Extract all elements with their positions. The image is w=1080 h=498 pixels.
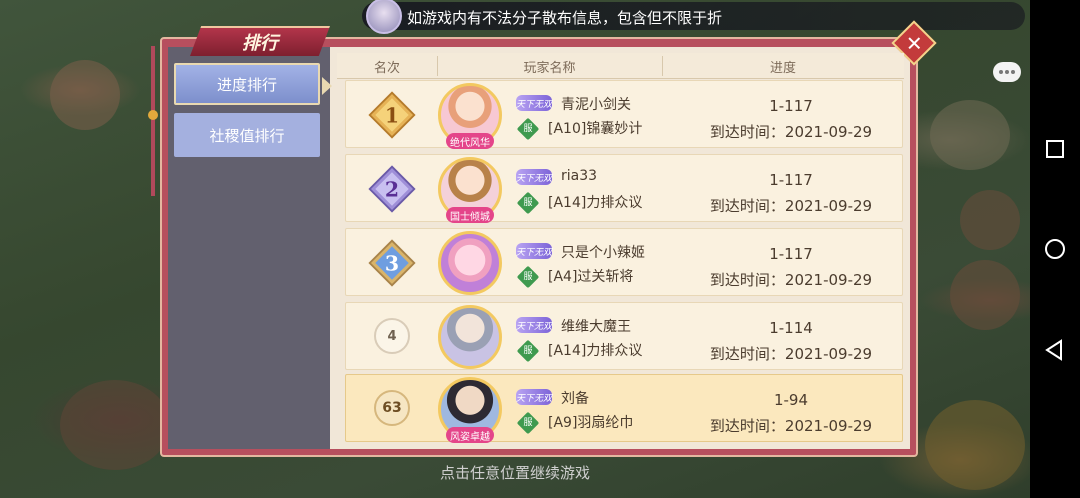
table-row[interactable]: 4 天下无双 维维大魔王 服 [A14]力排众议 1-114 到达时间：2021…	[345, 302, 903, 370]
announcer-avatar	[366, 0, 402, 34]
panel-title: 排行	[190, 26, 330, 56]
avatar-title-badge: 国士倾城	[446, 207, 494, 223]
continue-hint[interactable]: 点击任意位置继续游戏	[0, 462, 1080, 483]
back-icon[interactable]	[1043, 338, 1067, 362]
map-building	[50, 60, 120, 130]
svg-text:3: 3	[385, 251, 399, 275]
map-building	[950, 260, 1020, 330]
player-name: 青泥小剑关	[561, 97, 631, 113]
android-navbar	[1030, 0, 1080, 498]
table-row-self[interactable]: 63 风姿卓越 天下无双 刘备 服 [A9]羽扇纶巾 1-94 到达时间：202…	[345, 374, 903, 443]
home-icon[interactable]	[1043, 237, 1067, 261]
tab-progress-ranking[interactable]: 进度排行	[174, 63, 332, 105]
progress-stage: 1-117	[769, 245, 813, 263]
tianxia-wushuang-icon: 天下无双	[516, 243, 552, 259]
svg-text:1: 1	[385, 103, 399, 127]
progress-stage: 1-94	[773, 391, 809, 409]
player-name: 刘备	[561, 391, 589, 407]
avatar-title-badge: 风姿卓越	[446, 427, 494, 443]
player-server: [A4]过关斩将	[548, 269, 634, 285]
server-icon: 服	[516, 117, 540, 141]
map-building	[960, 190, 1020, 250]
player-name: 只是个小辣姬	[561, 245, 645, 261]
player-avatar[interactable]	[438, 305, 502, 369]
table-row[interactable]: 3 天下无双 只是个小辣姬 服 [A4]过关斩将 1-117 到达时间：2021…	[345, 228, 903, 296]
header-rank: 名次	[373, 61, 400, 76]
tab-sheji-ranking[interactable]: 社稷值排行	[174, 113, 320, 157]
progress-stage: 1-117	[769, 171, 813, 189]
map-building	[60, 380, 170, 470]
player-server: [A9]羽扇纶巾	[548, 415, 634, 431]
player-avatar[interactable]	[438, 231, 502, 295]
tab-label: 社稷值排行	[209, 126, 285, 145]
ranking-sidebar	[168, 47, 330, 449]
server-icon: 服	[516, 339, 540, 363]
chat-icon[interactable]	[993, 62, 1021, 82]
rank-1-badge: 1	[366, 89, 418, 141]
rank-3-badge: 3	[366, 237, 418, 289]
player-server: [A14]力排众议	[548, 343, 643, 359]
progress-stage: 1-114	[769, 319, 813, 337]
player-name: ria33	[561, 168, 598, 184]
player-server: [A14]力排众议	[548, 195, 643, 211]
close-icon: ✕	[905, 30, 923, 55]
panel-title-text: 排行	[242, 33, 278, 54]
reach-time: 到达时间：2021-09-29	[709, 345, 873, 363]
recent-apps-icon[interactable]	[1043, 137, 1067, 161]
reach-time: 到达时间：2021-09-29	[709, 271, 873, 289]
header-progress: 进度	[769, 61, 796, 76]
server-icon: 服	[516, 411, 540, 435]
tassel-decoration	[148, 46, 158, 196]
table-row[interactable]: 1 绝代风华 天下无双 青泥小剑关 服 [A10]锦囊妙计 1-117 到达时间…	[345, 80, 903, 149]
reach-time: 到达时间：2021-09-29	[709, 197, 873, 215]
table-row[interactable]: 2 国士倾城 天下无双 ria33 服 [A14]力排众议 1-117 到达时间…	[345, 154, 903, 223]
reach-time: 到达时间：2021-09-29	[709, 417, 873, 435]
server-icon: 服	[516, 191, 540, 215]
svg-text:2: 2	[385, 177, 399, 201]
map-building	[930, 100, 1010, 170]
player-server: [A10]锦囊妙计	[548, 121, 643, 137]
rank-2-badge: 2	[366, 163, 418, 215]
rank-number: 63	[374, 390, 410, 426]
server-icon: 服	[516, 265, 540, 289]
announcement-ticker: 如游戏内有不法分子散布信息，包含但不限于折	[362, 0, 1025, 34]
tianxia-wushuang-icon: 天下无双	[516, 95, 552, 111]
avatar-title-badge: 绝代风华	[446, 133, 494, 149]
ticker-text: 如游戏内有不法分子散布信息，包含但不限于折	[407, 9, 723, 27]
table-header: 名次 玩家名称 进度	[337, 53, 904, 79]
tianxia-wushuang-icon: 天下无双	[516, 169, 552, 185]
tianxia-wushuang-icon: 天下无双	[516, 389, 552, 405]
rank-number: 4	[374, 318, 410, 354]
reach-time: 到达时间：2021-09-29	[709, 123, 873, 141]
tianxia-wushuang-icon: 天下无双	[516, 317, 552, 333]
header-player: 玩家名称	[523, 61, 576, 76]
player-name: 维维大魔王	[561, 319, 631, 335]
tab-label: 进度排行	[216, 75, 277, 94]
progress-stage: 1-117	[769, 97, 813, 115]
